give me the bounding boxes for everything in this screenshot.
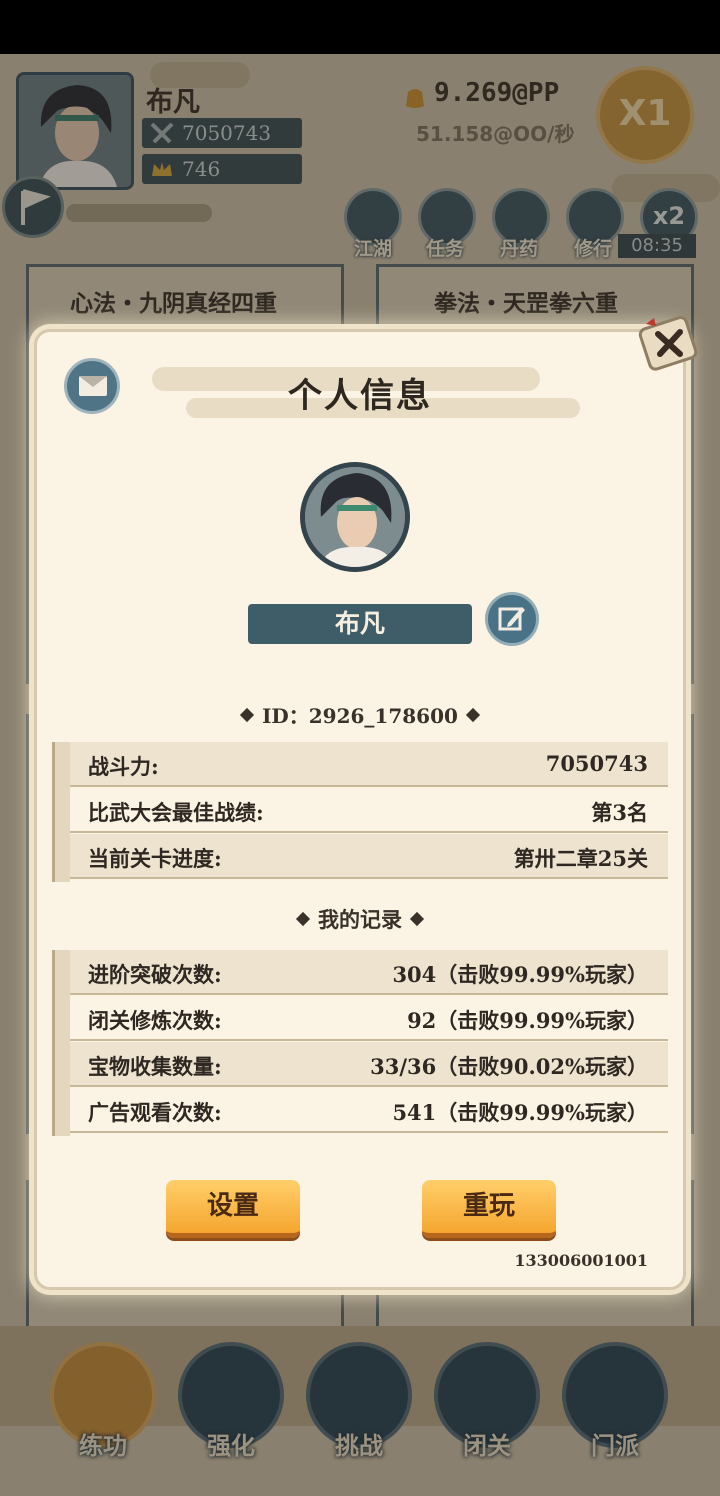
close-icon [638,315,698,371]
stat-label: 战斗力: [88,754,159,779]
stats-table: 战斗力: 7050743 比武大会最佳战绩: 第3名 当前关卡进度: 第卅二章2… [52,742,668,882]
table-row: 比武大会最佳战绩: 第3名 [70,788,668,833]
table-row: 当前关卡进度: 第卅二章25关 [70,834,668,879]
record-label: 进阶突破次数: [88,962,222,987]
diamond-icon [295,911,311,927]
diamond-icon [465,707,480,723]
replay-button[interactable]: 重玩 [422,1180,556,1238]
records-heading: 我的记录 [0,904,720,934]
record-value: 92（击败99.99%玩家） [407,1008,648,1033]
table-row: 闭关修炼次数: 92（击败99.99%玩家） [70,996,668,1041]
stat-label: 当前关卡进度: [88,846,222,871]
record-value: 33/36（击败90.02%玩家） [370,1054,648,1079]
player-id-text: ID：2926_178600 [262,704,458,728]
diamond-icon [239,707,255,723]
table-row: 进阶突破次数: 304（击败99.99%玩家） [70,950,668,995]
table-row: 战斗力: 7050743 [70,742,668,787]
stat-value: 第卅二章25关 [513,846,648,871]
table-row: 广告观看次数: 541（击败99.99%玩家） [70,1088,668,1133]
edit-icon [498,607,525,631]
player-name-field: 布凡 [248,604,472,644]
records-title: 我的记录 [318,907,402,932]
table-row: 宝物收集数量: 33/36（击败90.02%玩家） [70,1042,668,1087]
portrait-icon [305,467,405,567]
edit-name-button[interactable] [485,592,539,646]
version-code: 133006001001 [514,1251,648,1270]
records-table: 进阶突破次数: 304（击败99.99%玩家） 闭关修炼次数: 92（击败99.… [52,950,668,1136]
diamond-icon [409,911,425,927]
stat-value: 第3名 [591,800,648,825]
profile-avatar[interactable] [300,462,410,572]
close-button[interactable] [638,314,700,372]
status-bar [0,0,720,54]
settings-button[interactable]: 设置 [166,1180,300,1238]
player-id: ID：2926_178600 [0,700,720,729]
table-edge [52,950,70,1136]
record-label: 闭关修炼次数: [88,1008,222,1033]
stat-value: 7050743 [545,751,648,776]
stat-label: 比武大会最佳战绩: [88,800,264,825]
record-label: 广告观看次数: [88,1100,222,1125]
table-edge [52,742,70,882]
record-value: 304（击败99.99%玩家） [392,962,648,987]
dialog-title: 个人信息 [288,376,432,416]
record-label: 宝物收集数量: [88,1054,222,1079]
record-value: 541（击败99.99%玩家） [392,1100,648,1125]
